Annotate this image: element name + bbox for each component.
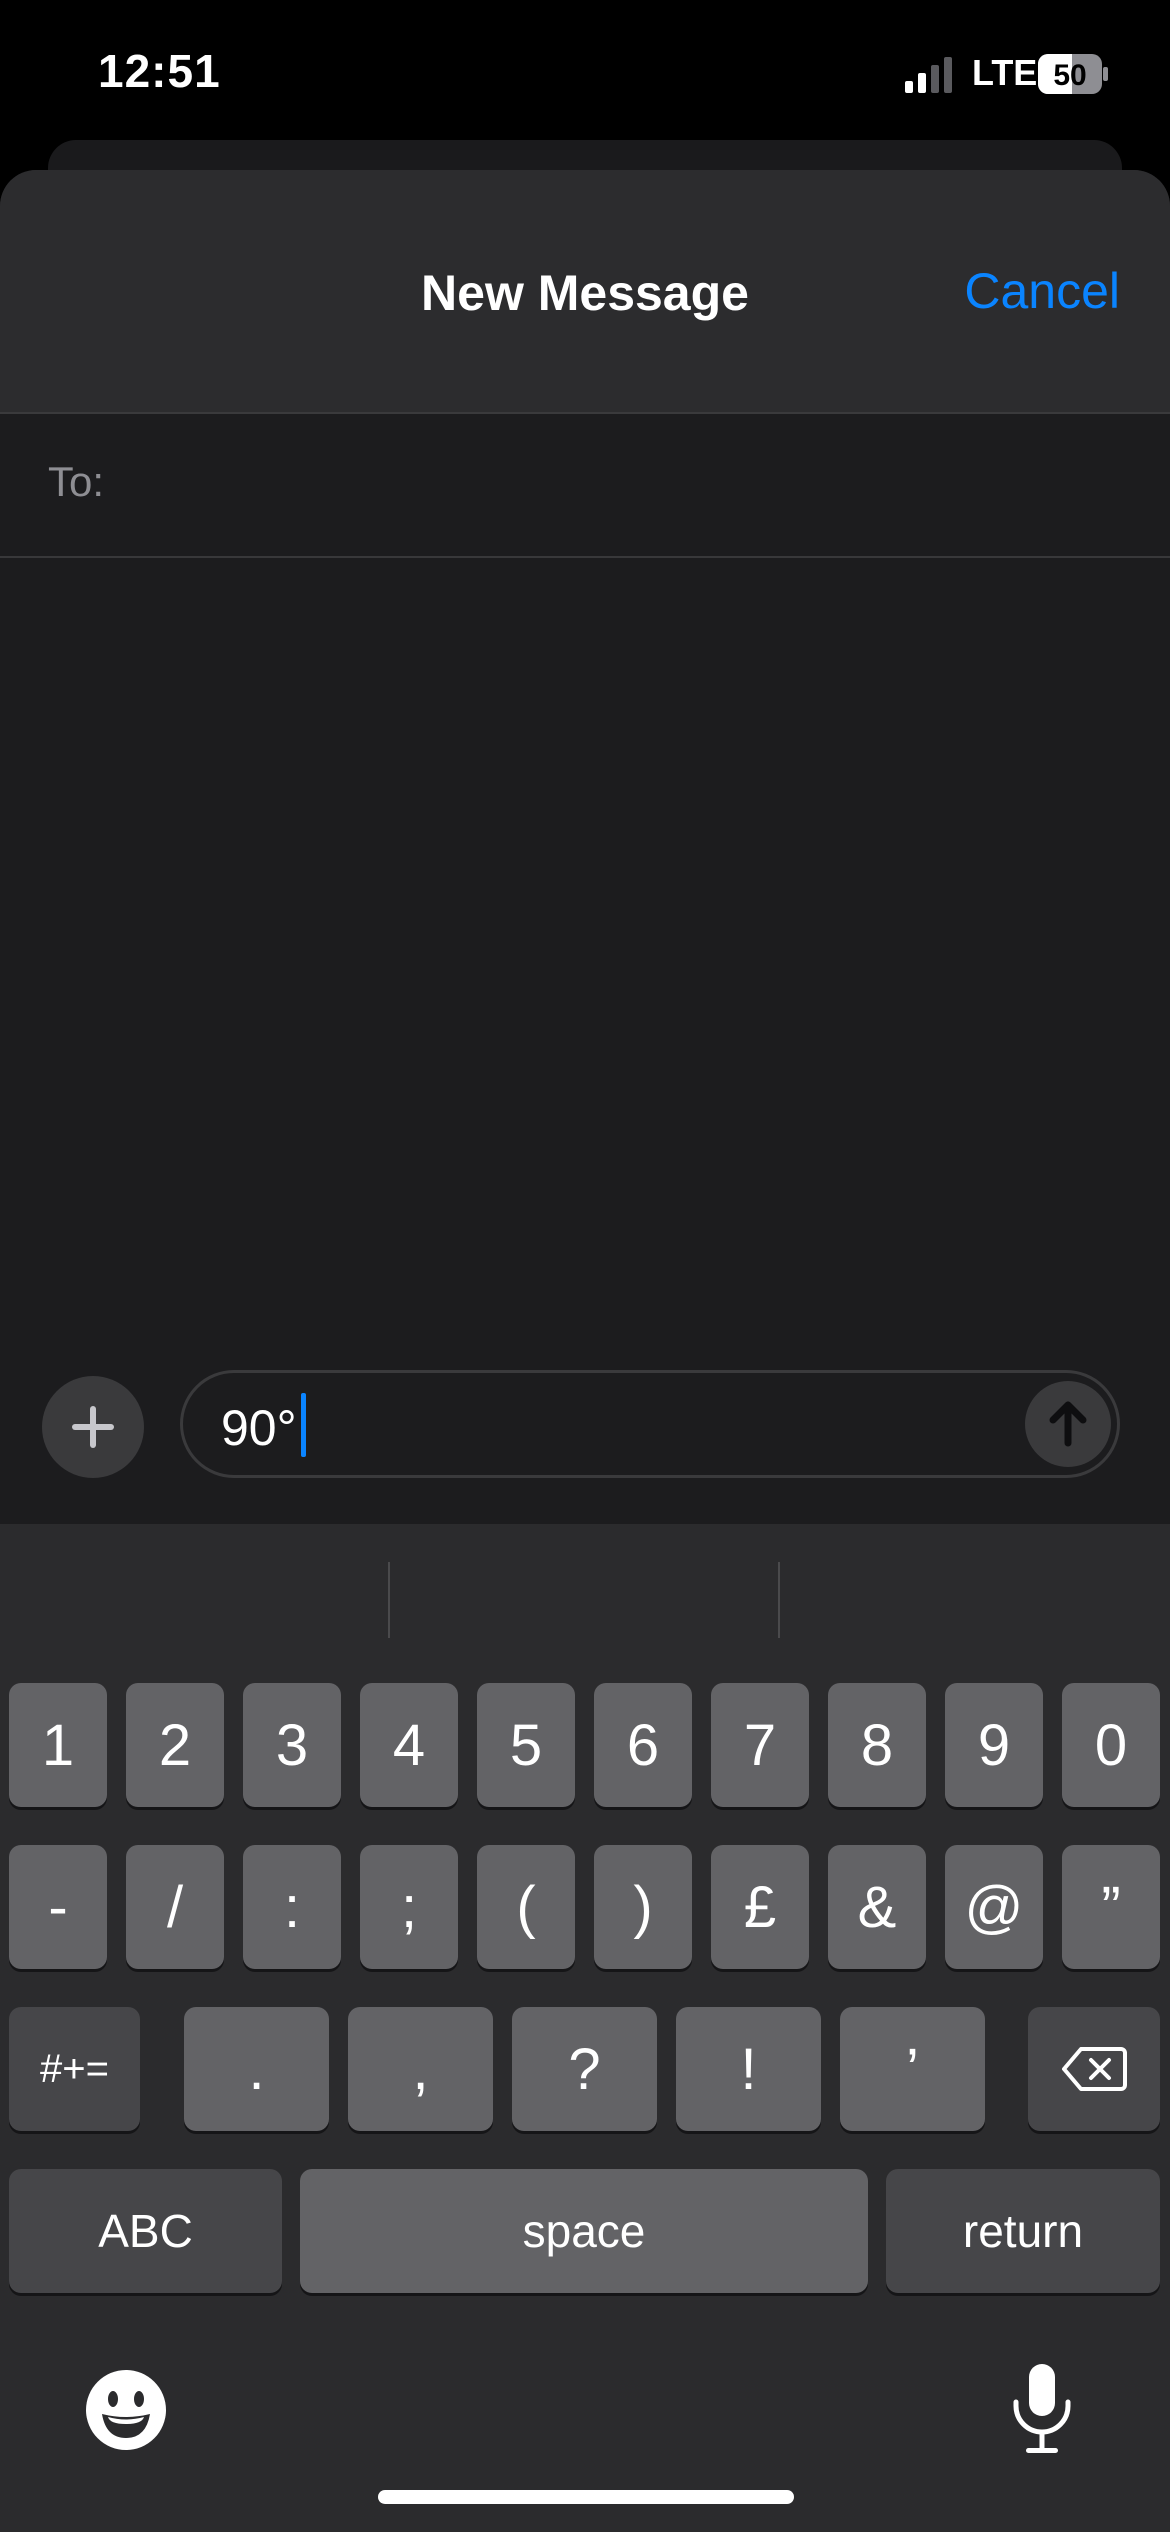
key-9[interactable]: 9 [945,1683,1043,1807]
recipient-input[interactable] [130,444,1114,526]
key-return[interactable]: return [886,2169,1160,2293]
key-comma[interactable]: , [348,2007,493,2131]
sheet-header: New Message Cancel [0,170,1170,414]
key-hyphen[interactable]: - [9,1845,107,1969]
key-1[interactable]: 1 [9,1683,107,1807]
status-bar: 12:51 LTE 50 [0,0,1170,140]
key-period[interactable]: . [184,2007,329,2131]
key-8[interactable]: 8 [828,1683,926,1807]
key-open-paren[interactable]: ( [477,1845,575,1969]
key-6[interactable]: 6 [594,1683,692,1807]
prediction-divider [778,1562,780,1638]
key-ampersand[interactable]: & [828,1845,926,1969]
recipient-label: To: [48,458,105,505]
battery-icon: 50 [1038,54,1108,94]
key-question[interactable]: ? [512,2007,657,2131]
plus-icon [72,1406,114,1448]
key-2[interactable]: 2 [126,1683,224,1807]
key-pound[interactable]: £ [711,1845,809,1969]
key-abc[interactable]: ABC [9,2169,282,2293]
cellular-signal-icon [905,57,952,93]
key-0[interactable]: 0 [1062,1683,1160,1807]
cancel-button[interactable]: Cancel [964,262,1120,320]
key-symbols[interactable]: #+= [9,2007,140,2131]
key-space[interactable]: space [300,2169,868,2293]
battery-level: 50 [1053,59,1086,92]
key-4[interactable]: 4 [360,1683,458,1807]
key-quote[interactable]: ” [1062,1845,1160,1969]
arrow-up-icon [1049,1401,1087,1447]
microphone-icon[interactable] [1010,2362,1074,2458]
prediction-divider [388,1562,390,1638]
apps-button[interactable] [42,1376,144,1478]
key-exclamation[interactable]: ! [676,2007,821,2131]
text-caret [301,1393,306,1457]
key-apostrophe[interactable]: ’ [840,2007,985,2131]
key-colon[interactable]: : [243,1845,341,1969]
send-button[interactable] [1025,1381,1111,1467]
delete-backward-icon [1062,2047,1127,2091]
key-close-paren[interactable]: ) [594,1845,692,1969]
message-text: 90° [221,1400,297,1456]
key-7[interactable]: 7 [711,1683,809,1807]
key-3[interactable]: 3 [243,1683,341,1807]
delete-key[interactable] [1028,2007,1160,2131]
emoji-icon[interactable] [84,2368,168,2452]
key-5[interactable]: 5 [477,1683,575,1807]
recipient-row[interactable]: To: [0,414,1170,558]
home-indicator[interactable] [378,2490,794,2504]
network-type: LTE [972,52,1038,93]
status-time: 12:51 [98,45,221,97]
key-at[interactable]: @ [945,1845,1043,1969]
key-semicolon[interactable]: ; [360,1845,458,1969]
message-input[interactable]: 90° [180,1370,1120,1478]
key-slash[interactable]: / [126,1845,224,1969]
